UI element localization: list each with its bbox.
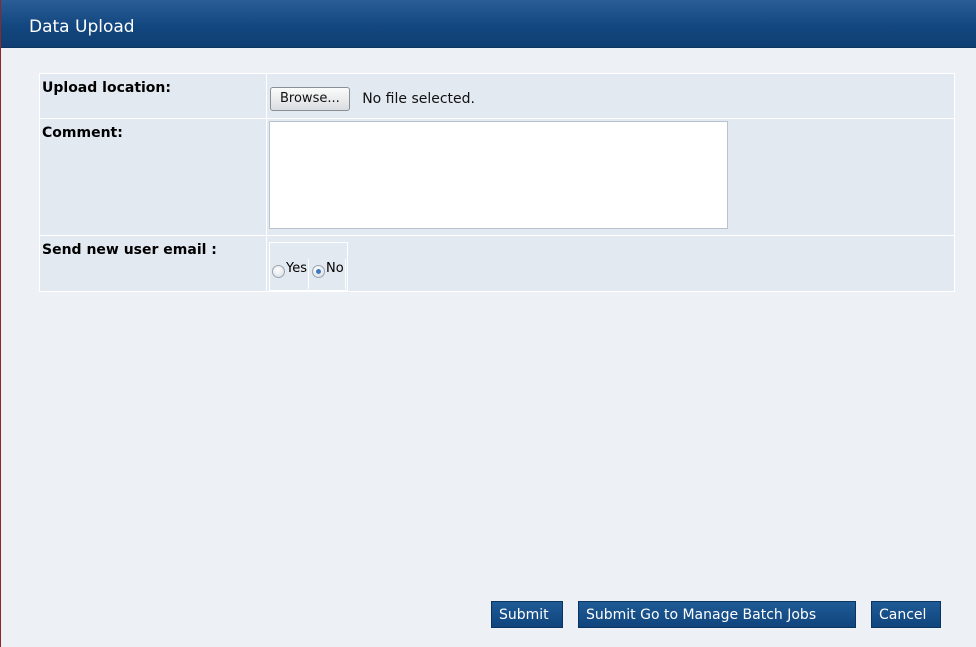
comment-row: Comment: [39, 118, 955, 236]
upload-location-label: Upload location: [39, 73, 267, 119]
cancel-button[interactable]: Cancel [871, 601, 941, 628]
radio-no-icon[interactable] [312, 265, 325, 278]
browse-button[interactable]: Browse... [270, 87, 350, 111]
send-email-radio-group: Yes No [269, 242, 348, 291]
action-bar: Submit Submit Go to Manage Batch Jobs Ca… [1, 601, 976, 629]
radio-no-label: No [326, 261, 344, 276]
comment-label: Comment: [39, 118, 267, 236]
upload-form: Upload location: Browse... No file selec… [39, 73, 955, 292]
upload-location-cell: Browse... No file selected. [266, 73, 955, 119]
submit-go-batch-jobs-button[interactable]: Submit Go to Manage Batch Jobs [578, 601, 856, 628]
titlebar: Data Upload [1, 0, 976, 48]
radio-separator-end [344, 259, 346, 289]
page-title: Data Upload [29, 17, 135, 37]
data-upload-page: Data Upload Upload location: Browse... N… [0, 0, 976, 647]
send-email-label: Send new user email : [39, 235, 267, 292]
file-status-text: No file selected. [362, 91, 475, 107]
radio-no-option[interactable]: No [310, 259, 344, 278]
submit-button[interactable]: Submit [491, 601, 563, 628]
radio-yes-icon[interactable] [272, 265, 285, 278]
radio-separator [308, 259, 309, 289]
upload-location-row: Upload location: Browse... No file selec… [39, 73, 955, 119]
send-email-cell: Yes No [266, 235, 955, 292]
comment-cell [266, 118, 955, 236]
send-email-row: Send new user email : Yes No [39, 235, 955, 292]
radio-yes-label: Yes [286, 261, 307, 276]
comment-textarea[interactable] [269, 121, 728, 229]
radio-yes-option[interactable]: Yes [270, 259, 307, 278]
